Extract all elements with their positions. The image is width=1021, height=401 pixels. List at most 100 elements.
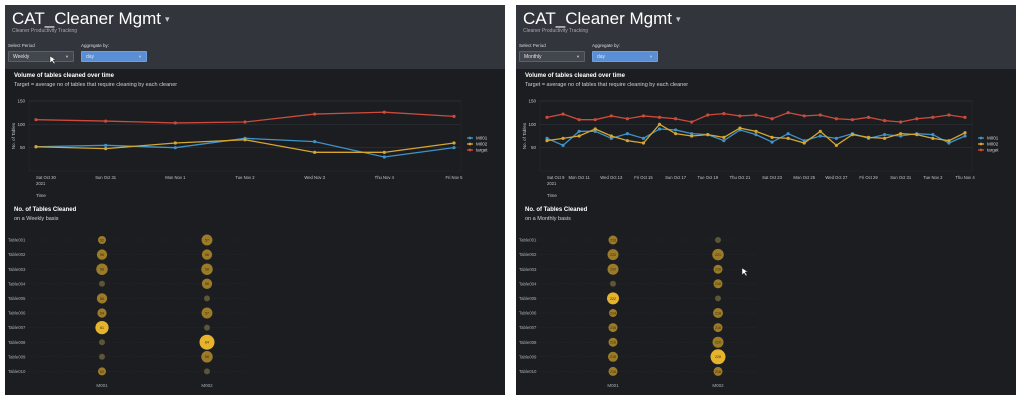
data-point-m002[interactable] xyxy=(674,132,678,136)
data-point-target[interactable] xyxy=(754,113,758,117)
data-point-target[interactable] xyxy=(931,115,935,119)
data-point-m001[interactable] xyxy=(786,132,790,136)
data-point-m002[interactable] xyxy=(786,136,790,140)
aggregate-by-dropdown[interactable]: day ▼ xyxy=(81,51,147,62)
data-point-m002[interactable] xyxy=(657,122,662,126)
data-point-target[interactable] xyxy=(313,112,317,116)
data-point-m002[interactable] xyxy=(722,135,726,139)
data-point-target[interactable] xyxy=(722,112,726,116)
data-point-m002[interactable] xyxy=(545,139,549,143)
data-point-target[interactable] xyxy=(915,117,919,121)
dashboard-title[interactable]: CAT_Cleaner Mgmt ▾ xyxy=(523,9,680,29)
data-point-target[interactable] xyxy=(641,114,646,118)
data-point-target[interactable] xyxy=(770,117,774,121)
data-point-m001[interactable] xyxy=(382,155,386,159)
data-point-m002[interactable] xyxy=(382,150,386,154)
data-point-target[interactable] xyxy=(382,110,386,114)
data-point-target[interactable] xyxy=(674,117,678,121)
data-point-m002[interactable] xyxy=(754,129,758,133)
data-point-target[interactable] xyxy=(545,115,549,119)
data-point-target[interactable] xyxy=(452,114,456,118)
data-point-m002[interactable] xyxy=(883,136,887,140)
data-point-m001[interactable] xyxy=(577,129,581,133)
data-point-m001[interactable] xyxy=(452,146,456,150)
data-point-m002[interactable] xyxy=(706,133,710,137)
data-point-m002[interactable] xyxy=(452,141,456,145)
legend-label[interactable]: M002 xyxy=(476,142,488,147)
data-point-target[interactable] xyxy=(706,113,710,117)
data-point-m002[interactable] xyxy=(593,127,597,131)
data-point-m002[interactable] xyxy=(770,135,774,139)
legend-label[interactable]: target xyxy=(476,148,488,153)
data-point-m002[interactable] xyxy=(625,139,629,143)
data-point-m002[interactable] xyxy=(313,150,317,154)
data-point-m002[interactable] xyxy=(34,145,38,149)
data-point-m001[interactable] xyxy=(883,133,887,137)
data-point-target[interactable] xyxy=(173,121,177,125)
data-point-target[interactable] xyxy=(561,112,565,116)
bubble-empty[interactable] xyxy=(204,295,210,302)
legend-label[interactable]: M001 xyxy=(476,136,488,141)
data-point-m001[interactable] xyxy=(641,136,646,140)
data-point-m002[interactable] xyxy=(947,139,951,143)
bubble-empty[interactable] xyxy=(99,339,105,346)
data-point-target[interactable] xyxy=(657,115,662,119)
data-point-m002[interactable] xyxy=(243,138,247,142)
data-point-m002[interactable] xyxy=(802,141,806,145)
bubble-empty[interactable] xyxy=(715,295,721,302)
data-point-m002[interactable] xyxy=(834,143,838,147)
bubble-empty[interactable] xyxy=(99,280,105,287)
data-point-m002[interactable] xyxy=(690,134,694,138)
data-point-m001[interactable] xyxy=(770,140,774,144)
legend-label[interactable]: M001 xyxy=(987,136,999,141)
data-point-target[interactable] xyxy=(866,115,871,119)
data-point-m002[interactable] xyxy=(899,132,903,136)
data-point-m002[interactable] xyxy=(609,134,613,138)
data-point-m001[interactable] xyxy=(754,133,758,137)
data-point-m001[interactable] xyxy=(104,143,108,147)
bubble-empty[interactable] xyxy=(715,237,721,243)
data-point-m001[interactable] xyxy=(561,143,565,147)
data-point-target[interactable] xyxy=(625,117,629,121)
data-point-m001[interactable] xyxy=(834,136,838,140)
aggregate-by-dropdown[interactable]: day ▼ xyxy=(592,51,658,62)
data-point-target[interactable] xyxy=(963,115,967,119)
data-point-m001[interactable] xyxy=(173,146,177,150)
data-point-m002[interactable] xyxy=(866,135,871,139)
data-point-m001[interactable] xyxy=(313,140,317,144)
legend-label[interactable]: M002 xyxy=(987,142,999,147)
data-point-m002[interactable] xyxy=(577,134,581,138)
caret-down-icon[interactable]: ▾ xyxy=(165,14,170,24)
bubble-empty[interactable] xyxy=(204,368,210,375)
data-point-m001[interactable] xyxy=(722,139,726,143)
data-point-target[interactable] xyxy=(786,111,790,115)
data-point-target[interactable] xyxy=(243,120,247,124)
data-point-target[interactable] xyxy=(818,113,822,117)
data-point-target[interactable] xyxy=(593,118,597,122)
select-period-dropdown[interactable]: Monthly ▼ xyxy=(519,51,585,62)
data-point-m002[interactable] xyxy=(850,133,855,137)
bubble-empty[interactable] xyxy=(204,324,210,331)
data-point-target[interactable] xyxy=(738,114,742,118)
data-point-target[interactable] xyxy=(899,120,903,124)
data-point-m001[interactable] xyxy=(674,128,678,132)
data-point-m002[interactable] xyxy=(963,131,967,135)
data-point-target[interactable] xyxy=(577,118,581,122)
data-point-target[interactable] xyxy=(834,117,838,121)
bubble-empty[interactable] xyxy=(610,280,616,287)
data-point-m001[interactable] xyxy=(818,134,822,138)
data-point-target[interactable] xyxy=(690,120,694,124)
dashboard-title[interactable]: CAT_Cleaner Mgmt ▾ xyxy=(12,9,169,29)
caret-down-icon[interactable]: ▾ xyxy=(676,14,681,24)
data-point-target[interactable] xyxy=(947,113,951,117)
data-point-m001[interactable] xyxy=(931,133,935,137)
data-point-m001[interactable] xyxy=(657,127,662,131)
data-point-target[interactable] xyxy=(104,119,108,123)
legend-label[interactable]: target xyxy=(987,148,999,153)
data-point-target[interactable] xyxy=(883,119,887,123)
data-point-m002[interactable] xyxy=(738,126,742,130)
data-point-m002[interactable] xyxy=(173,141,177,145)
data-point-target[interactable] xyxy=(34,118,38,122)
data-point-m001[interactable] xyxy=(625,132,629,136)
select-period-dropdown[interactable]: Weekly ▼ xyxy=(8,51,74,62)
